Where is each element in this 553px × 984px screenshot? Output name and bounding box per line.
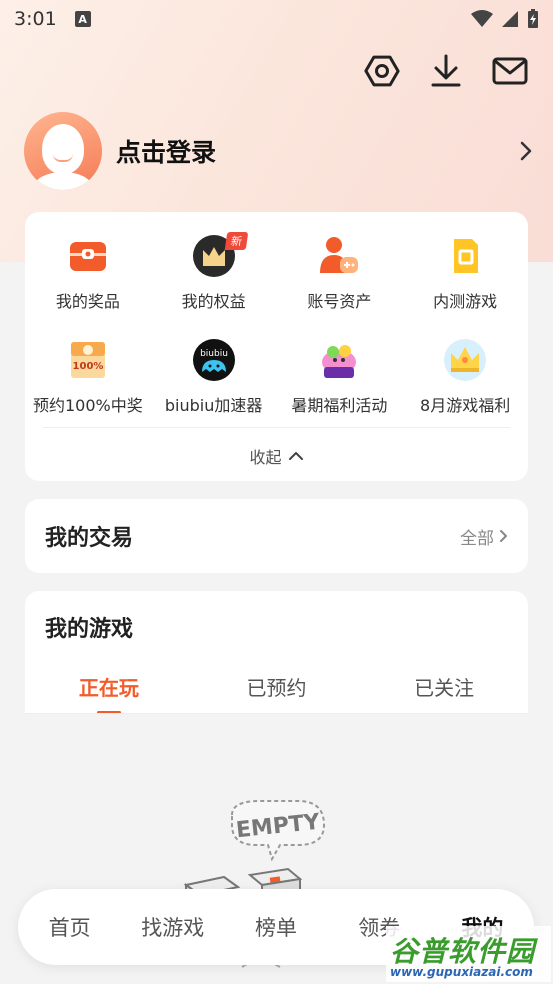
tab-followed[interactable]: 已关注 bbox=[360, 672, 528, 714]
grid-item-label: 我的权益 bbox=[181, 292, 246, 311]
tab-playing[interactable]: 正在玩 bbox=[25, 672, 193, 714]
biubiu-icon: biubiu bbox=[192, 338, 236, 382]
all-label: 全部 bbox=[460, 528, 494, 549]
mail-icon[interactable] bbox=[491, 52, 529, 90]
grid-item-summer[interactable]: 暑期福利活动 bbox=[277, 338, 403, 416]
grid-item-label: 账号资产 bbox=[307, 292, 372, 311]
chevron-right-icon bbox=[520, 141, 532, 161]
status-bar: 3:01 A bbox=[0, 0, 553, 38]
login-label: 点击登录 bbox=[116, 138, 217, 167]
reserve-prize-icon: 100% bbox=[66, 338, 110, 382]
games-title: 我的游戏 bbox=[45, 617, 134, 642]
games-tabs: 正在玩 已预约 已关注 bbox=[25, 672, 528, 714]
grid-item-label: 预约100%中奖 bbox=[33, 396, 143, 415]
collapse-label: 收起 bbox=[249, 448, 282, 467]
reserve-prize-icon-text: 100% bbox=[72, 361, 103, 372]
settings-icon[interactable] bbox=[363, 52, 401, 90]
chevron-up-icon bbox=[288, 452, 303, 460]
grid-item-biubiu[interactable]: biubiu biubiu加速器 bbox=[151, 338, 277, 416]
feature-grid-card: 我的奖品 新 我的权益 账号资产 内测游戏 100% 预约100%中奖 biub… bbox=[25, 212, 528, 481]
grid-item-account-assets[interactable]: 账号资产 bbox=[277, 234, 403, 312]
tab-reserved[interactable]: 已预约 bbox=[193, 672, 361, 714]
biubiu-icon-text: biubiu bbox=[200, 349, 228, 359]
watermark-url: www.gupuxiazai.com bbox=[390, 965, 533, 979]
beta-game-icon bbox=[443, 234, 487, 278]
download-icon[interactable] bbox=[427, 52, 465, 90]
collapse-button[interactable]: 收起 bbox=[25, 444, 528, 468]
grid-item-reserve-prize[interactable]: 100% 预约100%中奖 bbox=[25, 338, 151, 416]
grid-item-august[interactable]: 8月游戏福利 bbox=[402, 338, 528, 416]
chevron-right-icon bbox=[500, 530, 507, 542]
signal-icon bbox=[502, 11, 518, 27]
grid-item-label: biubiu加速器 bbox=[164, 396, 263, 415]
notification-a-icon: A bbox=[74, 11, 91, 27]
nav-home[interactable]: 首页 bbox=[18, 912, 121, 942]
prize-icon bbox=[66, 234, 110, 278]
wifi-icon bbox=[471, 10, 493, 27]
august-crown-icon bbox=[443, 338, 487, 382]
new-badge: 新 bbox=[224, 232, 249, 250]
watermark: 谷普软件园 www.gupuxiazai.com bbox=[386, 926, 551, 982]
grid-item-label: 我的奖品 bbox=[55, 292, 120, 311]
nav-rankings[interactable]: 榜单 bbox=[224, 912, 327, 942]
trades-all-link[interactable]: 全部 bbox=[460, 524, 508, 549]
watermark-title: 谷普软件园 bbox=[390, 935, 536, 968]
grid-item-prizes[interactable]: 我的奖品 bbox=[25, 234, 151, 312]
trades-title: 我的交易 bbox=[45, 526, 134, 551]
grid-item-label: 内测游戏 bbox=[433, 292, 498, 311]
summer-icon bbox=[317, 338, 361, 382]
grid-item-rights[interactable]: 新 我的权益 bbox=[151, 232, 277, 312]
grid-item-label: 暑期福利活动 bbox=[291, 396, 388, 415]
status-time: 3:01 bbox=[14, 8, 57, 30]
account-assets-icon bbox=[317, 234, 361, 278]
header-actions bbox=[363, 52, 529, 90]
grid-item-beta-games[interactable]: 内测游戏 bbox=[402, 234, 528, 312]
divider bbox=[43, 427, 510, 428]
avatar[interactable] bbox=[24, 112, 102, 190]
battery-icon bbox=[528, 9, 538, 28]
nav-find-games[interactable]: 找游戏 bbox=[121, 912, 224, 942]
my-trades-card: 我的交易 全部 bbox=[25, 499, 528, 573]
grid-item-label: 8月游戏福利 bbox=[420, 396, 511, 415]
login-entry[interactable]: 点击登录 bbox=[24, 112, 534, 190]
